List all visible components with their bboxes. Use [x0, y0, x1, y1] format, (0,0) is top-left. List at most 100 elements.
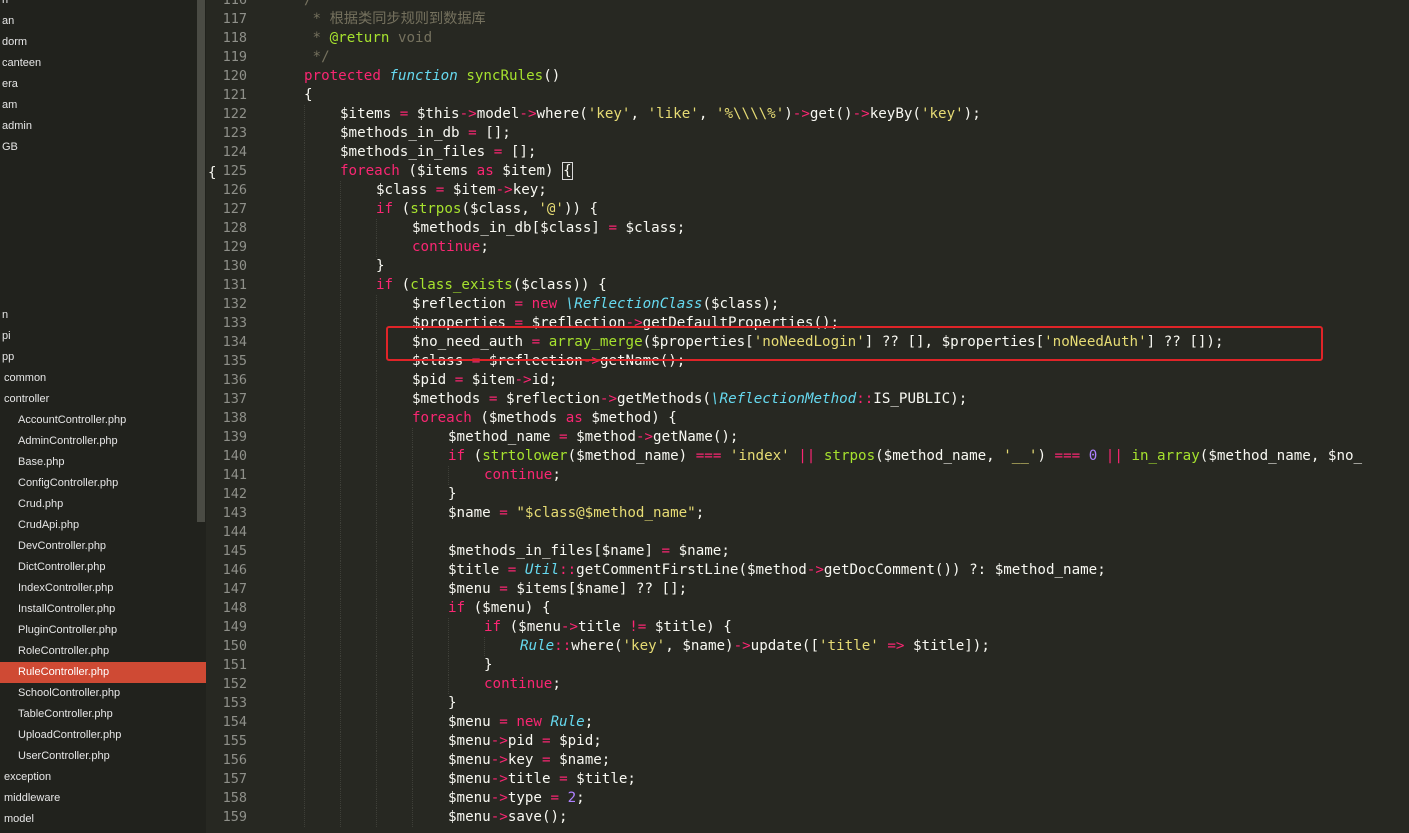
folder-item[interactable]: pp	[0, 347, 198, 368]
code-token: $reflection	[497, 391, 600, 407]
code-token: =	[661, 543, 671, 559]
code-token: $methods	[412, 391, 489, 407]
folder-item[interactable]: an	[0, 11, 198, 32]
file-item[interactable]: DevController.php	[0, 536, 206, 557]
file-item[interactable]: PluginController.php	[0, 620, 206, 641]
code-token: update([	[750, 638, 820, 654]
code-token: '@'	[538, 201, 564, 217]
code-token: syncRules	[466, 68, 544, 84]
code-token: $item)	[493, 163, 563, 179]
indent-guide	[304, 447, 305, 466]
folder-item[interactable]: n	[0, 305, 198, 326]
folder-item[interactable]: common	[0, 368, 200, 389]
code-token: ($class,	[461, 201, 539, 217]
file-item[interactable]: InstallController.php	[0, 599, 206, 620]
code-line: }	[484, 656, 493, 675]
folder-item[interactable]: model	[0, 809, 200, 830]
file-item[interactable]: UploadController.php	[0, 725, 206, 746]
line-number: 153	[222, 695, 247, 711]
code-token: $pid;	[550, 733, 602, 749]
code-token: strpos	[410, 201, 462, 217]
code-line: $name = "$class@$method_name";	[448, 504, 704, 523]
folder-item[interactable]: dorm	[0, 32, 198, 53]
code-token: =	[541, 733, 551, 749]
folder-item[interactable]: GB	[0, 137, 198, 158]
code-token: ($menu) {	[465, 600, 551, 616]
indent-guide	[304, 751, 305, 770]
code-token: Util	[524, 562, 560, 578]
code-token: ->	[733, 638, 751, 654]
code-token: ($method_name, $no_	[1199, 448, 1363, 464]
line-number: 122	[222, 106, 247, 122]
file-item[interactable]: AdminController.php	[0, 431, 206, 452]
indent-guide	[340, 371, 341, 390]
code-line: $menu->key = $name;	[448, 751, 610, 770]
folder-item[interactable]: canteen	[0, 53, 198, 74]
indent-guide	[412, 466, 413, 485]
indent-guide	[412, 504, 413, 523]
indent-guide	[340, 561, 341, 580]
file-item[interactable]: SchoolController.php	[0, 683, 206, 704]
indent-guide	[412, 675, 413, 694]
file-item[interactable]: TableController.php	[0, 704, 206, 725]
indent-guide	[484, 637, 485, 656]
file-item[interactable]: UserController.php	[0, 746, 206, 767]
file-item[interactable]: ConfigController.php	[0, 473, 206, 494]
folder-item[interactable]: am	[0, 95, 198, 116]
file-item[interactable]: Crud.php	[0, 494, 206, 515]
file-item[interactable]: RoleController.php	[0, 641, 206, 662]
indent-guide	[340, 466, 341, 485]
code-token: $menu	[448, 752, 491, 768]
indent-guide	[376, 295, 377, 314]
code-token: [];	[502, 144, 537, 160]
code-token: if	[376, 201, 394, 217]
indent-guide	[376, 447, 377, 466]
code-token: \ReflectionClass	[565, 296, 703, 312]
line-number: 154	[222, 714, 247, 730]
folder-item[interactable]: era	[0, 74, 198, 95]
code-token: $menu	[448, 809, 491, 825]
indent-guide	[412, 770, 413, 789]
line-number: 144	[222, 524, 247, 540]
indent-guide	[412, 561, 413, 580]
indent-guide	[304, 561, 305, 580]
code-line: $menu = new Rule;	[448, 713, 593, 732]
folder-item[interactable]: controller	[0, 389, 200, 410]
indent-guide	[376, 789, 377, 808]
file-item[interactable]: RuleController.php	[0, 662, 206, 683]
code-token: ;	[480, 239, 489, 255]
code-token: ||	[798, 448, 816, 464]
code-token: model	[476, 106, 520, 122]
indent-guide	[376, 466, 377, 485]
indent-guide	[304, 200, 305, 219]
code-token: =	[559, 771, 568, 787]
code-line: $class = $item->key;	[376, 181, 547, 200]
folder-item[interactable]: exception	[0, 767, 200, 788]
sidebar-scrollbar[interactable]	[197, 0, 205, 522]
code-token: ($methods	[471, 410, 566, 426]
code-token: $title;	[567, 771, 636, 787]
file-item[interactable]: IndexController.php	[0, 578, 206, 599]
indent-guide	[340, 542, 341, 561]
indent-guide	[376, 352, 377, 371]
code-token: ::	[559, 562, 577, 578]
folder-item[interactable]: middleware	[0, 788, 200, 809]
indent-guide	[376, 618, 377, 637]
folder-item[interactable]: pi	[0, 326, 198, 347]
line-number: 143	[222, 505, 247, 521]
indent-guide	[304, 637, 305, 656]
code-token: 2	[567, 790, 577, 806]
code-token: /**	[304, 0, 330, 8]
code-line: $pid = $item->id;	[412, 371, 557, 390]
folder-item[interactable]: n	[0, 0, 198, 11]
file-item[interactable]: AccountController.php	[0, 410, 206, 431]
code-token: ->	[792, 106, 810, 122]
indent-guide	[340, 732, 341, 751]
file-item[interactable]: CrudApi.php	[0, 515, 206, 536]
file-item[interactable]: DictController.php	[0, 557, 206, 578]
file-item[interactable]: Base.php	[0, 452, 206, 473]
code-token: \ReflectionMethod	[710, 391, 857, 407]
folder-item[interactable]: admin	[0, 116, 198, 137]
